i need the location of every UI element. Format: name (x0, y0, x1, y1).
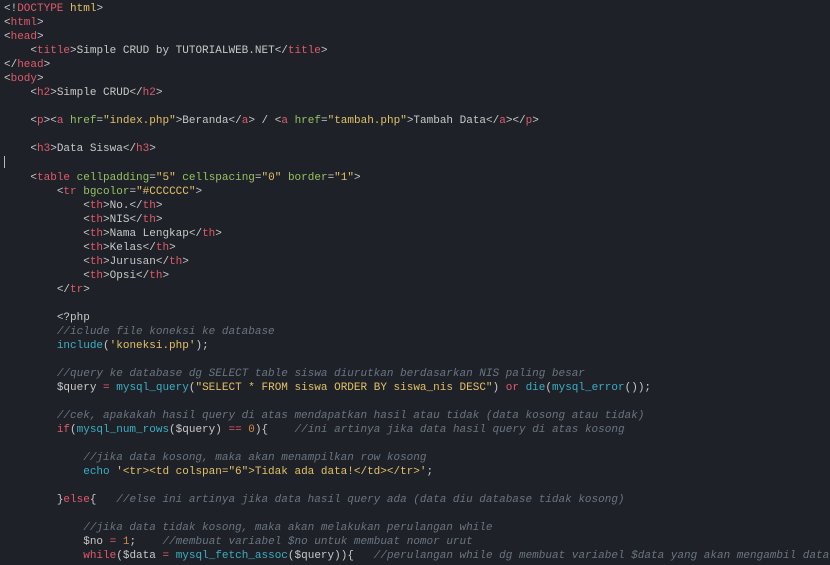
line: <p><a href="index.php">Beranda</a> / <a … (4, 115, 539, 127)
line: <th>No.</th> (4, 200, 162, 212)
line: <head> (4, 31, 44, 43)
cursor-icon (4, 156, 5, 168)
line: }else{ //else ini artinya jika data hasi… (4, 494, 625, 506)
line: if(mysql_num_rows($query) == 0){ //ini a… (4, 424, 625, 436)
blank-line (4, 298, 11, 310)
line: <th>Nama Lengkap</th> (4, 228, 222, 240)
line: <th>Kelas</th> (4, 242, 176, 254)
line: <h2>Simple CRUD</h2> (4, 87, 162, 99)
line: <body> (4, 73, 44, 85)
line: //query ke database dg SELECT table sisw… (4, 368, 585, 380)
line: $query = mysql_query("SELECT * FROM sisw… (4, 382, 651, 394)
line: //cek, apakakah hasil query di atas mend… (4, 410, 644, 422)
blank-line (4, 438, 11, 450)
line: </tr> (4, 284, 90, 296)
line: </head> (4, 59, 50, 71)
line: <?php (4, 312, 90, 324)
line: <th>NIS</th> (4, 214, 162, 226)
line: <html> (4, 17, 44, 29)
line: //jika data tidak kosong, maka akan mela… (4, 522, 493, 534)
line: //iclude file koneksi ke database (4, 326, 275, 338)
blank-line (4, 480, 11, 492)
blank-line (4, 508, 11, 520)
line: <th>Jurusan</th> (4, 256, 189, 268)
line: include('koneksi.php'); (4, 340, 209, 352)
line: <th>Opsi</th> (4, 270, 169, 282)
line: echo '<tr><td colspan="6">Tidak ada data… (4, 466, 433, 478)
line: <table cellpadding="5" cellspacing="0" b… (4, 172, 361, 184)
line: <h3>Data Siswa</h3> (4, 143, 156, 155)
blank-line (4, 101, 11, 113)
cursor-line (4, 158, 5, 170)
line: <title>Simple CRUD by TUTORIALWEB.NET</t… (4, 45, 328, 57)
line: while($data = mysql_fetch_assoc($query))… (4, 550, 830, 562)
line: //jika data kosong, maka akan menampilka… (4, 452, 426, 464)
blank-line (4, 354, 11, 366)
line: $no = 1; //membuat variabel $no untuk me… (4, 536, 473, 548)
blank-line (4, 396, 11, 408)
line: <!DOCTYPE html> (4, 3, 103, 15)
blank-line (4, 129, 11, 141)
line: <tr bgcolor="#CCCCCC"> (4, 186, 202, 198)
code-editor[interactable]: <!DOCTYPE html> <html> <head> <title>Sim… (0, 0, 830, 565)
